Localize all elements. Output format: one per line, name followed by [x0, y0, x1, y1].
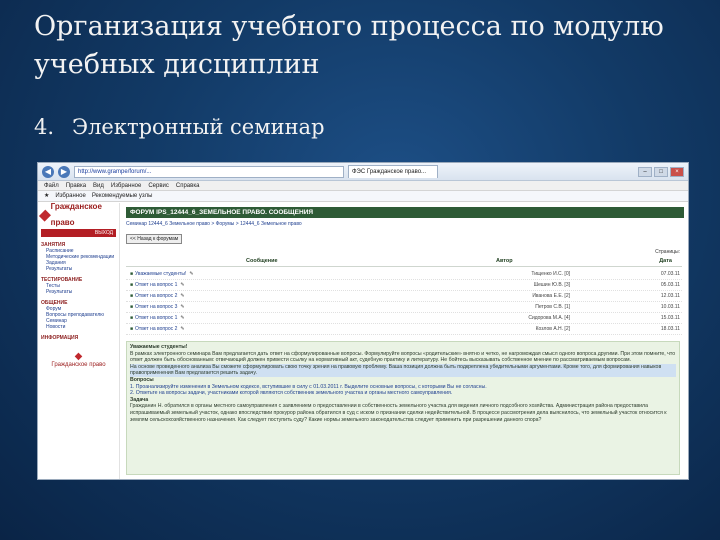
bottom-logo: ◆ Гражданское право	[41, 351, 116, 368]
site-logo[interactable]: Гражданское право	[38, 202, 116, 227]
url-field[interactable]: http://www.grampe/forum/...	[74, 165, 344, 178]
address-bar: ◀ ▶ http://www.grampe/forum/... ФЭС Граж…	[38, 163, 688, 181]
back-arrow-icon[interactable]: ◀	[42, 165, 54, 178]
forum-content: ФОРУМ IPS_12444_6_ЗЕМЕЛЬНОЕ ПРАВО. СООБЩ…	[120, 203, 688, 479]
table-row[interactable]: ■ Ответ на вопрос 2 ✎ Иванова Е.Е. [2] 12.…	[126, 291, 682, 302]
slide-title: Организация учебного процесса по модулю …	[34, 11, 664, 80]
menu-group-info: ИНФОРМАЦИЯ	[41, 335, 79, 341]
menu-help[interactable]: Справка	[176, 181, 200, 190]
site-sidebar: Гражданское право ВЫХОД ЗАНЯТИЯ Расписан…	[38, 202, 120, 479]
post-question: 2. Ответьте на вопросы задачи, участника…	[130, 390, 453, 397]
table-row[interactable]: ■ Ответ на вопрос 3 ✎ Петров С.В. [1] 10.0…	[126, 302, 682, 313]
back-to-forums-button[interactable]: << Назад к форумам	[126, 234, 183, 244]
post-task: Гражданин Н. обратился в органы местного…	[130, 403, 667, 423]
bullet-icon: ■	[130, 282, 134, 288]
post-greeting: Уважаемые студенты!	[130, 344, 188, 350]
column-author: Автор	[496, 258, 513, 264]
sidebar-item[interactable]: Результаты	[41, 289, 116, 295]
maximize-icon[interactable]: □	[654, 166, 668, 177]
bullet-icon: ■	[130, 271, 134, 277]
table-row[interactable]: ■ Ответ на вопрос 2 ✎ Козлов А.Н. [2] 18.0…	[126, 324, 682, 335]
table-header: Сообщение Автор Дата	[126, 258, 682, 267]
logo-mark-icon	[38, 209, 51, 221]
table-row[interactable]: ■ Ответ на вопрос 1 ✎ Сидорова М.А. [4] 15…	[126, 313, 682, 324]
bullet-icon: ■	[130, 315, 134, 321]
favorites-bar: ★ Избранное Рекомендуемые узлы	[38, 191, 688, 202]
logo-mark-icon: ◆	[74, 351, 83, 362]
message-list: ■ Уважаемые студенты! ✎ Тищенко И.С. [0] 0…	[126, 269, 682, 335]
table-row[interactable]: ■ Уважаемые студенты! ✎ Тищенко И.С. [0] 0…	[126, 269, 682, 280]
questions-label: Вопросы	[130, 376, 154, 383]
column-subject: Сообщение	[246, 258, 278, 264]
menu-group-communication: ОБЩЕНИЕ Форум Вопросы преподавателю Семи…	[41, 300, 116, 330]
forum-header: ФОРУМ IPS_12444_6_ЗЕМЕЛЬНОЕ ПРАВО. СООБЩ…	[126, 207, 684, 218]
attachment-icon: ✎	[180, 304, 185, 310]
sidebar-item[interactable]: Результаты	[41, 266, 116, 272]
bullet-number: 4.	[34, 115, 55, 139]
menu-favorites[interactable]: Избранное	[111, 181, 141, 190]
minimize-icon[interactable]: –	[638, 166, 652, 177]
window-controls: – □ ×	[638, 166, 684, 177]
menu-edit[interactable]: Правка	[66, 181, 86, 190]
column-date: Дата	[659, 258, 672, 264]
attachment-icon: ✎	[189, 271, 194, 277]
menu-tools[interactable]: Сервис	[148, 181, 169, 190]
menu-group-lessons: ЗАНЯТИЯ Расписание Методические рекоменд…	[41, 242, 116, 272]
bullet-icon: ■	[130, 326, 134, 332]
web-page: Гражданское право ВЫХОД ЗАНЯТИЯ Расписан…	[38, 202, 688, 479]
menu-group-testing: ТЕСТИРОВАНИЕ Тесты Результаты	[41, 277, 116, 295]
post-paragraph: В рамках электронного семинара Вам предл…	[130, 350, 676, 364]
browser-screenshot: ◀ ▶ http://www.grampe/forum/... ФЭС Граж…	[37, 162, 689, 480]
attachment-icon: ✎	[180, 282, 185, 288]
slide-bullet: 4. Электронный семинар	[34, 112, 634, 142]
browser-tab[interactable]: ФЭС Гражданское право...	[348, 165, 438, 178]
table-row[interactable]: ■ Ответ на вопрос 1 ✎ Шешин Ю.В. [3] 05.03…	[126, 280, 682, 291]
sidebar-item[interactable]: Новости	[41, 324, 116, 330]
attachment-icon: ✎	[180, 326, 185, 332]
close-icon[interactable]: ×	[670, 166, 684, 177]
pages-label: Страницы:	[655, 249, 680, 255]
bullet-icon: ■	[130, 293, 134, 299]
bullet-text: Электронный семинар	[72, 115, 325, 139]
breadcrumb[interactable]: Семинар 12444_6 Земельное право > Форумы…	[126, 221, 682, 227]
attachment-icon: ✎	[180, 293, 185, 299]
menu-view[interactable]: Вид	[93, 181, 104, 190]
menu-file[interactable]: Файл	[44, 181, 59, 190]
forward-arrow-icon[interactable]: ▶	[58, 165, 70, 178]
attachment-icon: ✎	[180, 315, 185, 321]
message-body: Уважаемые студенты! В рамках электронног…	[126, 341, 680, 475]
bullet-icon: ■	[130, 304, 134, 310]
post-paragraph: На основе проведенного анализа Вы сможет…	[130, 363, 676, 377]
browser-menu-bar: Файл Правка Вид Избранное Сервис Справка	[38, 181, 688, 191]
star-icon[interactable]: ★	[44, 191, 49, 201]
